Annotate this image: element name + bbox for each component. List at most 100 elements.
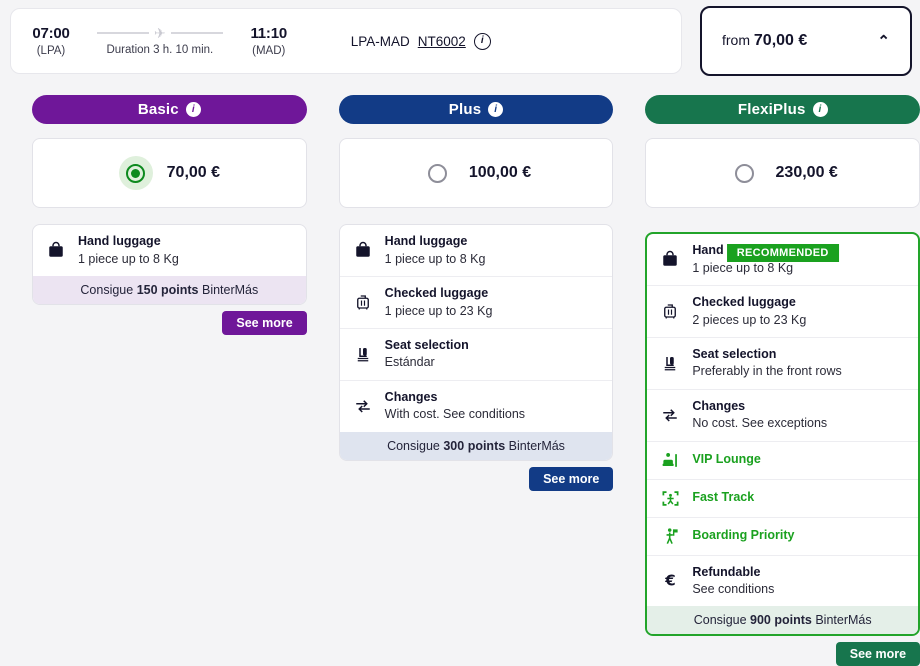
arrival-airport: (MAD) [252,45,285,57]
fare-price-option-plus[interactable]: 100,00 € [339,138,614,208]
fare-features-wrapper: RECOMMENDEDHand luggage1 piece up to 8 K… [645,232,920,636]
changes-icon [352,397,374,415]
feature-subtitle: See conditions [692,581,774,597]
feature-text: Fast Track [692,490,754,506]
feature-row: Hand luggage1 piece up to 8 Kg [33,225,306,276]
departure-block: 07:00 (LPA) [11,25,91,57]
feature-text: Hand luggage1 piece up to 8 Kg [78,234,179,267]
points-program: BinterMás [505,439,565,453]
departure-airport: (LPA) [37,45,66,57]
feature-subtitle: 2 pieces up to 23 Kg [692,312,806,328]
see-more-button[interactable]: See more [222,311,306,335]
loyalty-points-strip: Consigue 150 points BinterMás [33,276,306,304]
info-icon[interactable]: i [474,33,491,50]
feature-text: Checked luggage2 pieces up to 23 Kg [692,295,806,328]
radio-indicator [428,164,447,183]
feature-title: Hand luggage [78,234,179,250]
from-amount: 70,00 € [754,32,807,49]
svg-text:€: € [664,572,675,590]
checked-luggage-icon [352,293,374,311]
recommended-badge: RECOMMENDED [727,244,839,262]
fare-features-card: Hand luggage1 piece up to 8 Kg Consigue 1… [32,224,307,305]
feature-text: Hand luggage1 piece up to 8 Kg [385,234,486,267]
boarding-priority-icon [659,527,681,546]
changes-icon [659,406,681,424]
feature-row: ChangesNo cost. See exceptions [647,389,918,441]
radio-indicator [735,164,754,183]
hand-luggage-icon [45,241,67,259]
points-value: 900 points [750,613,812,627]
fare-features-card: Hand luggage1 piece up to 8 KgChecked lu… [645,232,920,636]
feature-row: Boarding Priority [647,517,918,555]
points-prefix: Consigue [387,439,443,453]
fare-columns: Basici70,00 €Hand luggage1 piece up to 8… [0,95,920,666]
feature-row: € RefundableSee conditions [647,555,918,607]
points-value: 300 points [443,439,505,453]
seat-icon [659,354,681,372]
fare-features-wrapper: Hand luggage1 piece up to 8 Kg Consigue 1… [32,224,307,305]
from-price-label: from 70,00 € [722,32,807,50]
fare-radio[interactable] [728,156,762,190]
flight-number-link[interactable]: NT6002 [418,34,466,49]
feature-subtitle: Preferably in the front rows [692,363,841,379]
feature-title: Checked luggage [385,286,493,302]
feature-text: ChangesNo cost. See exceptions [692,399,827,432]
loyalty-points-strip: Consigue 900 points BinterMás [647,606,918,634]
points-program: BinterMás [199,283,259,297]
chevron-up-icon[interactable]: ⌃ [877,32,890,50]
fare-price: 100,00 € [469,164,531,182]
fare-radio[interactable] [421,156,455,190]
see-more-button[interactable]: See more [836,642,920,666]
from-price-toggle[interactable]: from 70,00 € ⌃ [700,6,912,76]
feature-title: Changes [692,399,827,415]
fare-radio[interactable] [119,156,153,190]
see-more-row: See more [32,305,307,335]
fare-price-option-flexiplus[interactable]: 230,00 € [645,138,920,208]
fare-name: Basic [138,101,179,118]
feature-title: Fast Track [692,490,754,506]
route-label: LPA-MAD [351,34,410,49]
feature-subtitle: 1 piece up to 8 Kg [78,251,179,267]
feature-row: Fast Track [647,479,918,517]
radio-indicator [126,164,145,183]
info-icon[interactable]: i [488,102,503,117]
points-prefix: Consigue [80,283,136,297]
feature-row: Seat selectionEstándar [340,328,613,380]
arrival-time: 11:10 [250,25,287,42]
points-prefix: Consigue [694,613,750,627]
feature-row: Seat selectionPreferably in the front ro… [647,337,918,389]
see-more-row: See more [645,636,920,666]
departure-time: 07:00 [32,25,69,42]
euro-icon: € [659,571,681,590]
info-icon[interactable]: i [813,102,828,117]
feature-title: Seat selection [385,338,469,354]
hand-luggage-icon [352,241,374,259]
loyalty-points-strip: Consigue 300 points BinterMás [340,432,613,460]
feature-subtitle: 1 piece up to 8 Kg [385,251,486,267]
feature-text: RefundableSee conditions [692,565,774,598]
flight-summary-bar: 07:00 (LPA) ✈ Duration 3 h. 10 min. 11:1… [10,8,682,74]
fare-price: 70,00 € [167,164,220,182]
checked-luggage-icon [659,302,681,320]
fare-header-flexiplus[interactable]: FlexiPlus i [645,95,920,124]
see-more-row: See more [339,461,614,491]
fare-features-wrapper: Hand luggage1 piece up to 8 Kg Checked lu… [339,224,614,461]
fare-price-option-basic[interactable]: 70,00 € [32,138,307,208]
feature-row: Checked luggage2 pieces up to 23 Kg [647,285,918,337]
arrival-block: 11:10 (MAD) [229,25,309,57]
points-value: 150 points [137,283,199,297]
feature-row: ChangesWith cost. See conditions [340,380,613,432]
see-more-button[interactable]: See more [529,467,613,491]
feature-text: Seat selectionPreferably in the front ro… [692,347,841,380]
feature-title: Hand luggage [385,234,486,250]
points-program: BinterMás [812,613,872,627]
feature-text: ChangesWith cost. See conditions [385,390,525,423]
feature-subtitle: No cost. See exceptions [692,415,827,431]
fare-header-plus[interactable]: Plusi [339,95,614,124]
fare-header-basic[interactable]: Basici [32,95,307,124]
fare-column-plus: Plusi 100,00 € Hand luggage1 piece up to 8… [339,95,614,666]
info-icon[interactable]: i [186,102,201,117]
from-prefix: from [722,32,750,48]
feature-text: VIP Lounge [692,452,761,468]
fare-name: FlexiPlus [738,101,806,118]
